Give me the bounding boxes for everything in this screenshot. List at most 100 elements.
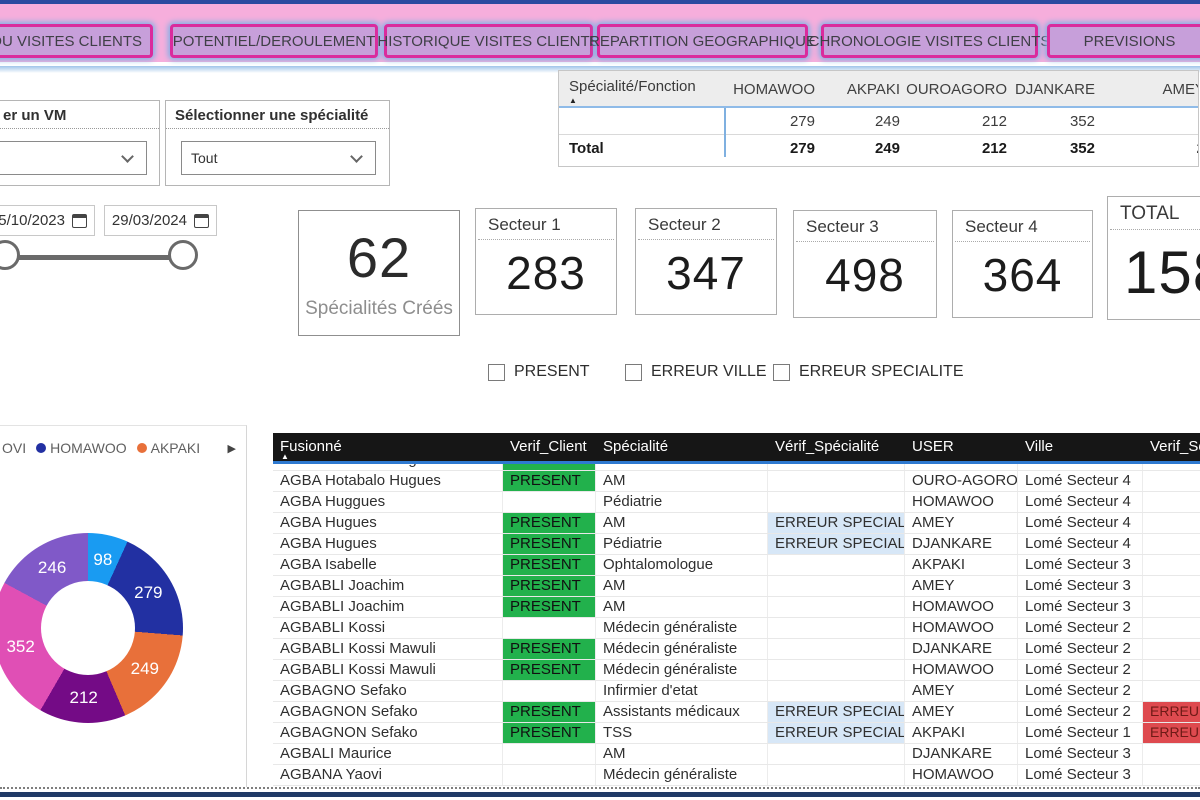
checkbox-box-icon[interactable] [488,364,505,381]
table-row[interactable]: AGBA HuguesPRESENTAMERREUR SPECIALITEAME… [273,513,1200,534]
matrix-col-header[interactable]: AMEY [1101,71,1199,106]
checkbox-erreur-ville[interactable]: ERREUR VILLE [625,363,767,381]
kpi-specialites-crees: 62 Spécialités Créés [298,210,460,336]
table-row[interactable]: AGBA IsabellePRESENTOphtalomologueAKPAKI… [273,555,1200,576]
specialite-dropdown[interactable]: Tout [181,141,376,175]
kpi-card-value: 347 [636,246,776,300]
table-cell: PRESENT [503,597,596,617]
tab-previsions[interactable]: PREVISIONS [1047,24,1200,58]
table-cell [768,618,905,638]
specialite-fonction-matrix: Spécialité/Fonction▲HOMAWOOAKPAKIOUROAGO… [558,70,1199,167]
date-slider-handle-left[interactable] [0,240,20,270]
table-cell: AGBAGNON Sefako [273,702,503,722]
table-cell: Lomé Secteur 4 [1018,471,1143,491]
tab-repartition-geographique[interactable]: REPARTITION GEOGRAPHIQUE [597,24,808,58]
table-col-header-user[interactable]: USER [905,433,1018,461]
table-cell: DJANKARE [905,744,1018,764]
table-cell [1143,492,1200,512]
table-cell [768,765,905,785]
table-row[interactable]: AGBA Hotabalo HuguesPRESENTAMAMENOVILomé… [273,464,1200,471]
checkbox-present[interactable]: PRESENT [488,363,590,381]
date-slider-handle-right[interactable] [168,240,198,270]
donut-chart[interactable]: 98279249212352246 [0,533,183,723]
matrix-col-header[interactable]: OUROAGORO [906,71,1013,106]
legend-next-icon[interactable]: ▶ [228,442,236,455]
matrix-col-header[interactable]: DJANKARE [1013,71,1101,106]
table-cell [1143,744,1200,764]
legend-item-akpaki[interactable]: AKPAKI [137,440,201,456]
table-cell: PRESENT [503,702,596,722]
table-col-header-verif-se[interactable]: Verif_Se [1143,433,1200,461]
donut-panel: OVI HOMAWOO AKPAKI ▶ 98279249212352246 [0,425,247,787]
kpi-card-value: 283 [476,246,616,300]
matrix-row-label: Total [559,140,724,157]
table-row[interactable]: AGBALI MauriceAMDJANKARELomé Secteur 3 [273,744,1200,765]
table-col-header-ville[interactable]: Ville [1018,433,1143,461]
table-cell: Pédiatrie [596,492,768,512]
table-col-header-fusionn-[interactable]: Fusionné▲ [273,433,503,461]
table-cell: Lomé Secteur 4 [1018,513,1143,533]
table-row[interactable]: AGBABLI KossiMédecin généralisteHOMAWOOL… [273,618,1200,639]
tab-chronologie-visites-clients[interactable]: CHRONOLOGIE VISITES CLIENTS [821,24,1038,58]
table-cell: Lomé Secteur 3 [1018,597,1143,617]
table-row[interactable]: AGBABLI JoachimPRESENTAMHOMAWOOLomé Sect… [273,597,1200,618]
table-cell: AM [596,464,768,470]
legend-item-ovi[interactable]: OVI [2,440,26,456]
kpi-card-title: Secteur 4 [955,211,1090,242]
tab-potentiel-deroulement[interactable]: POTENTIEL/DEROULEMENT [170,24,378,58]
table-cell: Ophtalomologue [596,555,768,575]
legend-item-homawoo[interactable]: HOMAWOO [36,440,126,456]
matrix-col-header[interactable]: HOMAWOO [724,71,821,106]
checkbox-box-icon[interactable] [625,364,642,381]
table-cell: AGBAGNON Sefako [273,723,503,743]
table-cell [768,555,905,575]
table-cell: AMENOVI [905,464,1018,470]
table-row[interactable]: AGBABLI Kossi MawuliPRESENTMédecin génér… [273,639,1200,660]
date-start-input[interactable]: 5/10/2023 [0,205,95,236]
table-cell [503,744,596,764]
sort-asc-icon: ▲ [281,452,289,461]
table-cell [1143,660,1200,680]
table-col-header-verif-client[interactable]: Verif_Client [503,433,596,461]
checkbox-erreur-specialite[interactable]: ERREUR SPECIALITE [773,363,963,381]
table-cell: Lomé Secteur 4 [1018,464,1143,470]
kpi-card-secteur-3: Secteur 3498 [793,210,937,318]
table-row[interactable]: AGBA HuguesPRESENTPédiatrieERREUR SPECIA… [273,534,1200,555]
vm-dropdown[interactable] [0,141,147,175]
tab-historique-visites-clients[interactable]: HISTORIQUE VISITES CLIENTS [384,24,593,58]
matrix-value-cell: 352 [1013,140,1101,157]
date-slider-track[interactable] [8,255,186,260]
table-row[interactable]: AGBAGNO SefakoInfirmier d'etatAMEYLomé S… [273,681,1200,702]
checkbox-box-icon[interactable] [773,364,790,381]
table-col-header-sp-cialit-[interactable]: Spécialité [596,433,768,461]
calendar-icon [72,214,87,228]
table-cell [503,618,596,638]
table-cell: AGBABLI Joachim [273,576,503,596]
table-cell: AGBABLI Kossi Mawuli [273,660,503,680]
table-row[interactable]: AGBA Hotabalo HuguesPRESENTAMOURO-AGOROL… [273,471,1200,492]
chart-legend: OVI HOMAWOO AKPAKI [2,440,200,456]
table-cell [768,597,905,617]
matrix-body: 279249212352Total2792492123522 [559,108,1198,161]
date-end-input[interactable]: 29/03/2024 [104,205,217,236]
table-row[interactable]: AGBABLI JoachimPRESENTAMAMEYLomé Secteur… [273,576,1200,597]
matrix-value-cell: 352 [1013,113,1101,130]
top-tab-band: ENDU VISITES CLIENTS POTENTIEL/DEROULEMEN… [0,0,1200,62]
table-row[interactable]: AGBA HugguesPédiatrieHOMAWOOLomé Secteur… [273,492,1200,513]
table-row[interactable]: AGBANA YaoviMédecin généralisteHOMAWOOLo… [273,765,1200,786]
table-row[interactable]: AGBAGNON SefakoPRESENTTSSERREUR SPECIALI… [273,723,1200,744]
checkbox-label: PRESENT [514,363,590,381]
matrix-row-header[interactable]: Spécialité/Fonction▲ [559,71,724,106]
table-cell [768,492,905,512]
matrix-col-header[interactable]: AKPAKI [821,71,906,106]
tab-endu-visites-clients[interactable]: ENDU VISITES CLIENTS [0,24,153,58]
table-cell: Pédiatrie [596,534,768,554]
table-row[interactable]: AGBABLI Kossi MawuliPRESENTMédecin génér… [273,660,1200,681]
table-row[interactable]: AGBAGNON SefakoPRESENTAssistants médicau… [273,702,1200,723]
table-col-header-v-rif-sp-cialit-[interactable]: Vérif_Spécialité [768,433,905,461]
legend-dot-icon [137,443,147,453]
checkbox-label: ERREUR VILLE [651,363,767,381]
chevron-down-icon [350,150,363,163]
table-cell: AKPAKI [905,555,1018,575]
table-cell: PRESENT [503,534,596,554]
